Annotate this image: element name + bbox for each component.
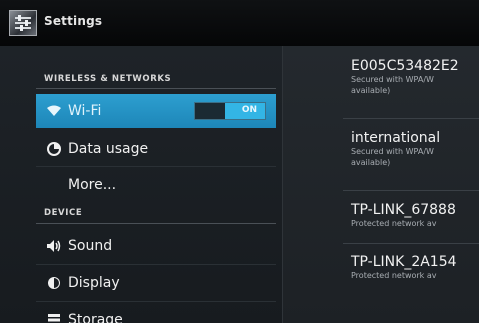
data-usage-icon [40,132,68,166]
sidebar-item-label: More... [68,177,117,193]
network-item[interactable]: international Secured with WPA/W availab… [351,130,479,168]
speaker-icon [40,229,68,263]
divider [36,264,276,265]
wifi-icon [40,94,68,128]
sidebar-item-label: Data usage [68,141,149,157]
divider [343,118,479,119]
network-ssid: international [351,130,441,146]
app-title: Settings [44,14,103,28]
wifi-toggle[interactable]: ON [194,102,266,120]
network-ssid: TP-LINK_67888 [351,202,456,218]
action-bar: Settings [0,0,479,47]
section-header-wireless: WIRELESS & NETWORKS [44,74,172,84]
network-security: Protected network av [351,271,437,280]
storage-icon [40,303,68,323]
network-security: Secured with WPA/W [351,147,434,156]
network-security: Protected network av [351,219,437,228]
settings-sidebar: WIRELESS & NETWORKS Wi-Fi ON Data usage … [0,46,282,323]
sidebar-item-label: Wi-Fi [68,103,102,119]
sidebar-item-data-usage[interactable]: Data usage [36,132,276,166]
divider [343,190,479,191]
network-security: Secured with WPA/W [351,75,434,84]
network-security-detail: available) [351,86,391,95]
network-item[interactable]: TP-LINK_2A154 Protected network av [351,254,479,281]
network-ssid: E005C53482E2 [351,58,459,74]
brightness-icon [40,266,68,300]
sidebar-item-label: Storage [68,312,123,323]
settings-sliders-icon [15,15,31,31]
divider [36,166,276,167]
divider [343,243,479,244]
settings-app-icon[interactable] [9,10,37,36]
sidebar-item-wifi[interactable]: Wi-Fi ON [36,94,276,128]
network-ssid: TP-LINK_2A154 [351,254,457,270]
divider [36,301,276,302]
section-header-device: DEVICE [44,208,83,218]
sidebar-item-storage[interactable]: Storage [36,303,276,323]
section-divider [36,88,276,89]
toggle-state: ON [241,105,257,115]
sidebar-item-display[interactable]: Display [36,266,276,300]
sidebar-item-label: Display [68,275,120,291]
network-item[interactable]: E005C53482E2 Secured with WPA/W availabl… [351,58,479,96]
sidebar-item-label: Sound [68,238,113,254]
sidebar-item-more[interactable]: More... [36,168,276,202]
sidebar-item-sound[interactable]: Sound [36,229,276,263]
wifi-network-list: E005C53482E2 Secured with WPA/W availabl… [282,46,479,323]
section-divider [36,223,276,224]
settings-window: Settings WIRELESS & NETWORKS Wi-Fi ON Da… [0,0,479,323]
network-security-detail: available) [351,158,391,167]
network-item[interactable]: TP-LINK_67888 Protected network av [351,202,479,229]
